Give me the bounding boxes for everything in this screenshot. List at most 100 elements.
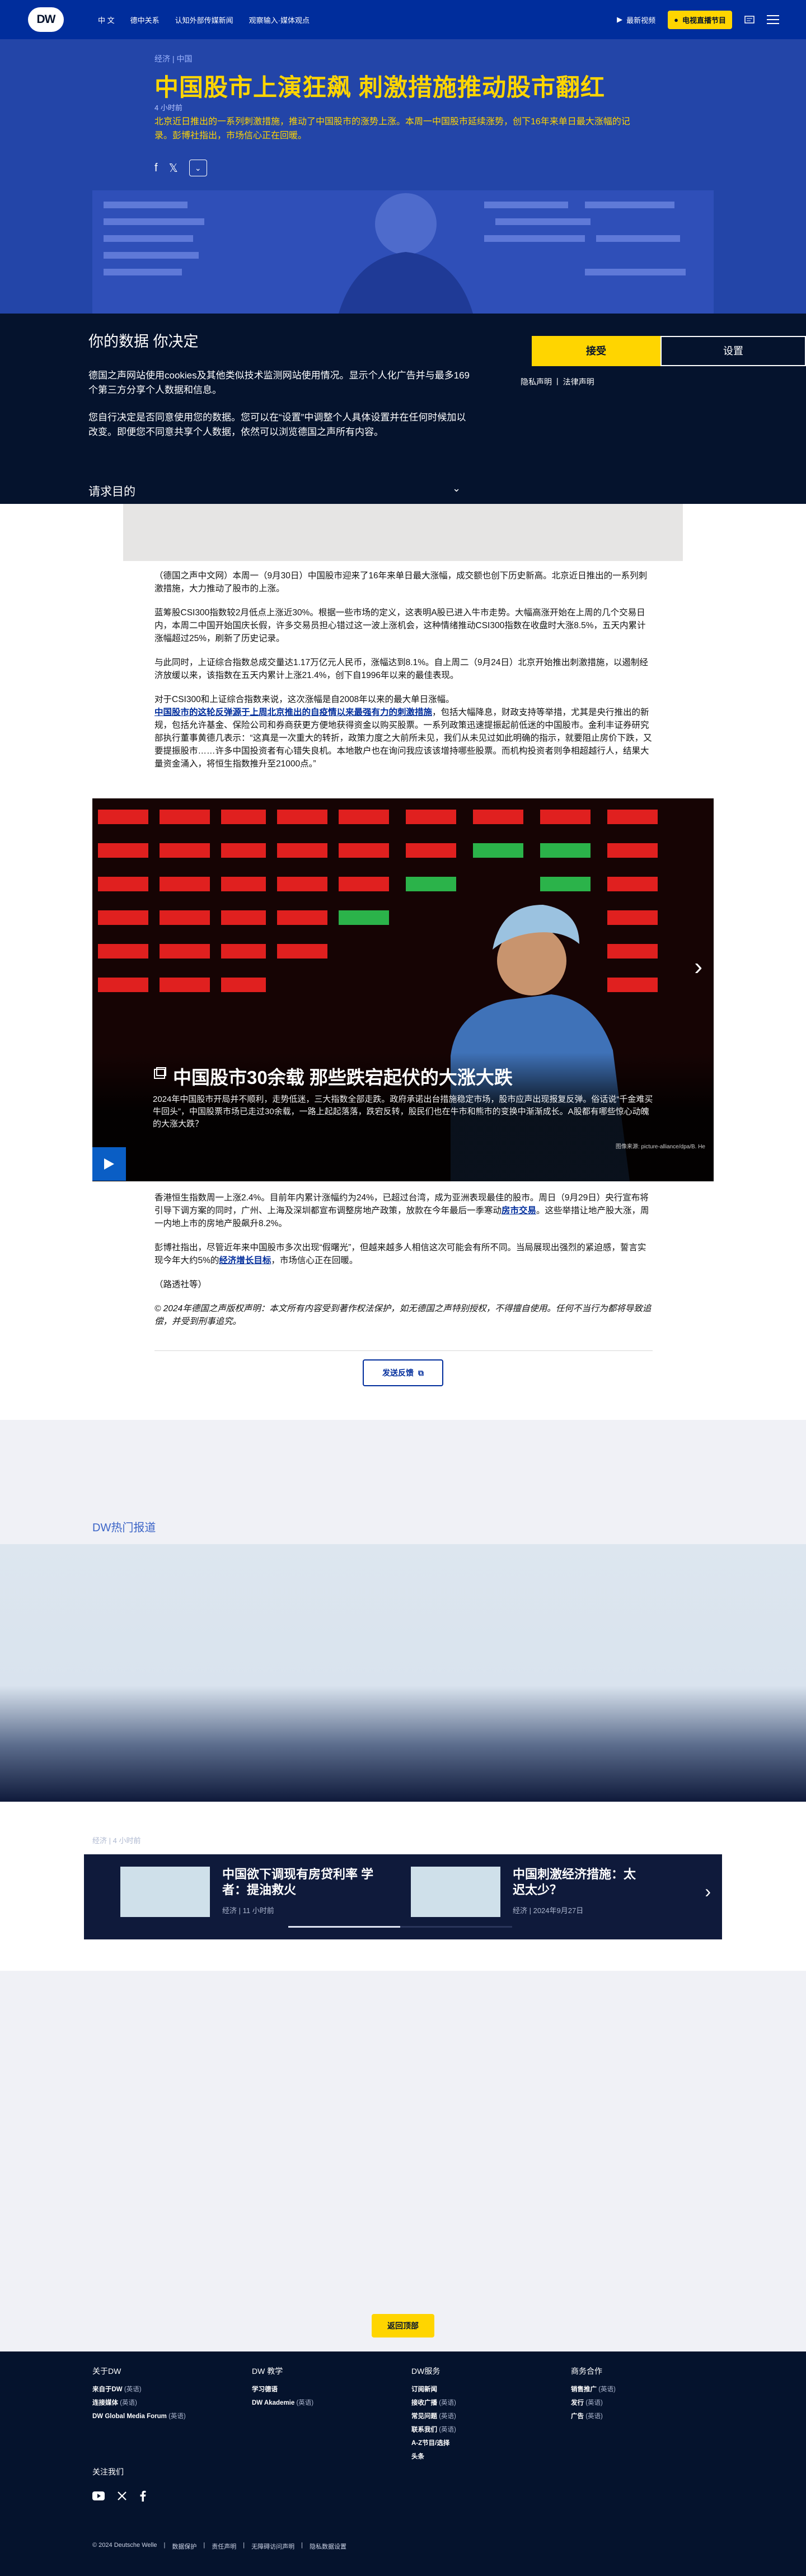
latest-video-link[interactable]: ▶ 最新视频 (617, 15, 655, 25)
nav-item-relations[interactable]: 德中关系 (130, 15, 160, 25)
live-tv-label: 电视直播节目 (682, 16, 726, 25)
footer-link[interactable]: 学习德语 (252, 2385, 397, 2393)
menu-icon[interactable] (767, 15, 779, 24)
card-meta: 经济 | 2024年9月27日 (513, 1906, 584, 1915)
footer-link[interactable]: 接收广播 (英语) (411, 2398, 557, 2407)
copy-icon: ⧉ (418, 1368, 424, 1377)
footer-link[interactable]: 来自于DW (英语) (92, 2385, 238, 2393)
x-twitter-icon[interactable]: 𝕏 (169, 161, 178, 175)
related-carousel: 中国欲下调现有房贷利率 学者：提油救火经济 | 11 小时前 中国刺激经济措施：… (84, 1854, 722, 1939)
footer-link-label: 销售推广 (571, 2386, 597, 2393)
footer-link[interactable]: DW Global Media Forum (英语) (92, 2411, 238, 2420)
article-lead: 北京近日推出的一系列刺激措施，推动了中国股市的涨势上涨。本周一中国股市延续涨势，… (154, 117, 630, 141)
privacy-settings-link[interactable]: 隐私数据设置 (310, 2542, 346, 2551)
nav-item-chinese[interactable]: 中 文 (98, 15, 115, 25)
cookie-consent-banner: 你的数据 你决定 德国之声网站使用cookies及其他类似技术监测网站使用情况。… (0, 314, 806, 504)
card-title: 中国刺激经济措施：太迟太少？ (513, 1867, 636, 1897)
x-twitter-icon[interactable] (117, 2491, 127, 2501)
dw-logo[interactable]: DW (28, 7, 64, 32)
footer-link[interactable]: 发行 (英语) (571, 2398, 716, 2407)
legal-link[interactable]: 法律声明 (563, 376, 594, 387)
share-bar: f 𝕏 ⌄ (154, 160, 207, 176)
consent-text-1: 德国之声网站使用cookies及其他类似技术监测网站使用情况。显示个人化广告并与… (88, 370, 470, 395)
live-tv-button[interactable]: ● 电视直播节目 (668, 10, 732, 29)
footer-column-title: DW服务 (411, 2367, 441, 2376)
chevron-right-icon[interactable]: › (705, 1881, 711, 1902)
data-protection-link[interactable]: 数据保护 (172, 2542, 196, 2551)
more-share-icon[interactable]: ⌄ (189, 160, 207, 176)
paragraph: 彭博社指出，尽管近年来中国股市多次出现“假曙光”，但越来越多人相信这次可能会有所… (154, 1241, 653, 1267)
stimulus-link[interactable]: 中国股市的这轮反弹源于上周北京推出的自疫情以来最强有力的刺激措施 (154, 708, 432, 717)
footer-bottom-links: © 2024 Deutsche Welle | 数据保护 | 责任声明 | 无障碍访问… (92, 2542, 346, 2551)
nav-item-observation[interactable]: 观察输入·媒体观点 (249, 15, 310, 25)
footer-link[interactable]: 常见问题 (英语) (411, 2411, 557, 2420)
consent-title: 你的数据 你决定 (88, 333, 199, 350)
consent-purpose-toggle[interactable]: 请求目的 (88, 483, 135, 499)
growth-target-link[interactable]: 经济增长目标 (219, 1256, 271, 1265)
featured-story-title[interactable]: 中国股市上演狂飙 刺激措施推动股市翻红 (92, 1800, 532, 1835)
related-card[interactable]: 中国刺激经济措施：太迟太少？ 经济 | 2024年9月27日 (411, 1867, 636, 1917)
separator: | (243, 2542, 245, 2549)
related-card[interactable]: 中国欲下调现有房贷利率 学者：提油救火经济 | 11 小时前 (120, 1867, 390, 1917)
property-link[interactable]: 房市交易 (502, 1206, 536, 1215)
legal-notice-link[interactable]: 责任声明 (212, 2542, 236, 2551)
footer-column-title: 商务合作 (571, 2367, 602, 2376)
consent-links: 隐私声明 | 法律声明 (521, 376, 594, 387)
footer-link[interactable]: 销售推广 (英语) (571, 2385, 716, 2393)
separator: | (163, 2542, 166, 2549)
footer-column-business: 商务合作 销售推广 (英语) 发行 (英语) 广告 (英语) (571, 2365, 716, 2425)
privacy-link[interactable]: 隐私声明 (521, 376, 552, 387)
footer-link[interactable]: 订阅新闻 (411, 2385, 557, 2393)
footer-link-label: 学习德语 (252, 2386, 278, 2393)
send-feedback-button[interactable]: 发送反馈 ⧉ (363, 1359, 443, 1386)
footer-link-label: 连接媒体 (92, 2400, 118, 2406)
gallery-title-text: 中国股市30余载 那些跌宕起伏的大涨大跌 (173, 1067, 513, 1088)
language-icon[interactable] (744, 15, 755, 25)
page: DW 中 文 德中关系 认知外部传媒新闻 观察输入·媒体观点 ▶ 最新视频 ● 电视… (0, 0, 806, 2576)
footer-link-label: 广告 (571, 2413, 584, 2420)
footer-link[interactable]: DW Akademie (英语) (252, 2398, 397, 2407)
chevron-right-icon[interactable]: › (694, 953, 702, 981)
footer-link-lang: (英语) (439, 2427, 456, 2433)
footer-link-label: 头条 (411, 2453, 424, 2460)
nav-item-media[interactable]: 认知外部传媒新闻 (175, 15, 233, 25)
play-icon[interactable] (92, 1147, 126, 1181)
footer-link[interactable]: 广告 (英语) (571, 2411, 716, 2420)
card-thumbnail (411, 1867, 500, 1917)
hot-section-title: DW热门报道 (92, 1522, 156, 1534)
youtube-icon[interactable] (92, 2491, 105, 2500)
divider (154, 1350, 653, 1351)
footer-link-label: 常见问题 (411, 2413, 437, 2420)
accept-button[interactable]: 接受 (532, 336, 660, 366)
footer-link[interactable]: 联系我们 (英语) (411, 2425, 557, 2434)
gallery-description: 2024年中国股市开局并不顺利，走势低迷，三大指数全部走跌。政府承诺出台措施稳定… (153, 1095, 653, 1129)
card-title: 中国欲下调现有房贷利率 学者：提油救火 (222, 1867, 374, 1897)
live-dot-icon: ● (674, 15, 678, 24)
footer-link-label: 接收广播 (411, 2400, 437, 2406)
paragraph: 与此同时，上证综合指数总成交量达1.17万亿元人民币，涨幅达到8.1%。自上周二… (154, 658, 648, 680)
accessibility-link[interactable]: 无障碍访问声明 (251, 2542, 294, 2551)
footer-link[interactable]: 连接媒体 (英语) (92, 2398, 238, 2407)
photo-gallery[interactable]: 中国股市30余载 那些跌宕起伏的大涨大跌 2024年中国股市开局并不顺利，走势低… (92, 798, 714, 1181)
facebook-icon[interactable] (139, 2490, 146, 2502)
settings-button[interactable]: 设置 (660, 336, 806, 366)
back-to-top-button[interactable]: 返回顶部 (372, 2314, 434, 2337)
card-thumbnail (120, 1867, 210, 1917)
facebook-icon[interactable]: f (154, 162, 158, 175)
footer-link[interactable]: 头条 (411, 2452, 557, 2461)
footer-link-label: 来自于DW (92, 2386, 123, 2393)
article-body-continued: 香港恒生指数周一上涨2.4%。目前年内累计涨幅约为24%，已超过台湾，成为亚洲表… (154, 1191, 653, 1339)
footer-link-lang: (英语) (168, 2413, 186, 2420)
footer-link-lang: (英语) (120, 2400, 137, 2406)
footer-column-about: 关于DW 来自于DW (英语) 连接媒体 (英语) DW Global Medi… (92, 2365, 238, 2425)
card-meta: 经济 | 11 小时前 (222, 1906, 274, 1915)
article-title: 中国股市上演狂飙 刺激措施推动股市翻红 (154, 74, 605, 101)
footer-link[interactable]: A-Z节目/选择 (411, 2438, 557, 2447)
chevron-down-icon[interactable]: ⌄ (452, 483, 461, 494)
article-kicker[interactable]: 经济 | 中国 (154, 53, 192, 64)
footer-link-lang: (英语) (439, 2400, 456, 2406)
footer-link-lang: (英语) (439, 2413, 456, 2420)
featured-story-image[interactable] (0, 1544, 806, 1802)
paragraph: （德国之声中文网）本周一（9月30日）中国股市迎来了16年来单日最大涨幅，成交额… (154, 571, 648, 593)
paragraph-text: 对于CSI300和上证综合指数来说，这次涨幅是自2008年以来的最大单日涨幅。 (154, 695, 454, 704)
